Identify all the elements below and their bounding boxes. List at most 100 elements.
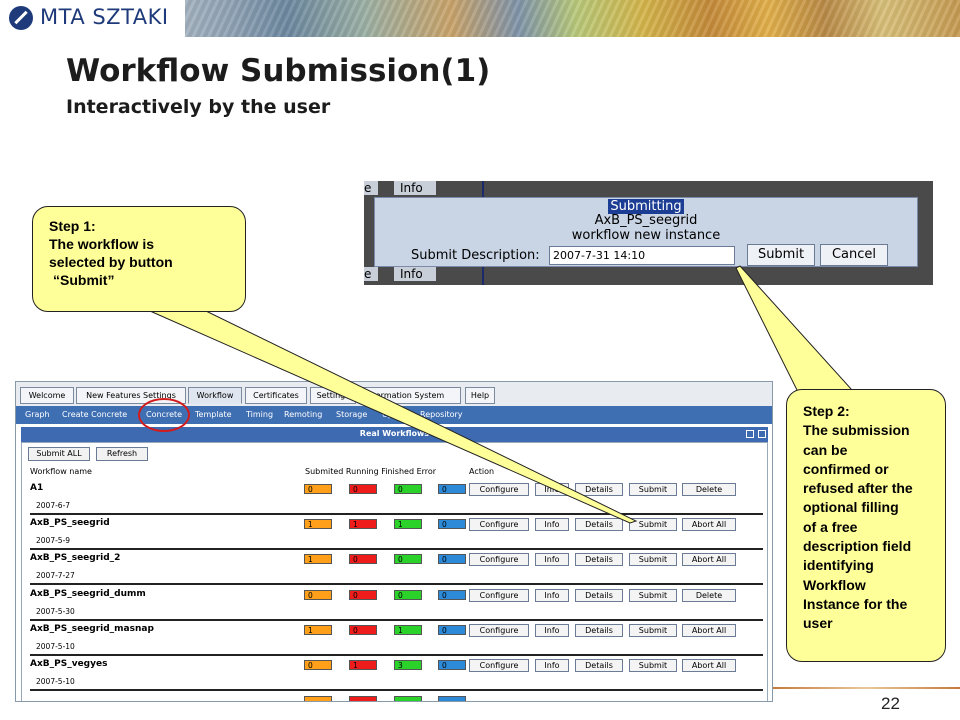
info-button[interactable]: Info	[535, 553, 569, 566]
callout1-line: selected by button	[49, 254, 173, 270]
row-divider	[30, 513, 763, 515]
callout2-line: description field	[803, 538, 912, 555]
background-info-tab: Info	[394, 181, 436, 195]
abort-all-button[interactable]: Abort All	[682, 659, 736, 672]
configure-button[interactable]: Configure	[469, 589, 529, 602]
concrete-highlight-oval	[138, 398, 190, 432]
dialog-submit-button[interactable]: Submit	[747, 244, 815, 266]
info-button[interactable]: Info	[535, 624, 569, 637]
error-count: 0	[438, 590, 466, 600]
configure-button[interactable]: Configure	[469, 659, 529, 672]
submit-description-label: Submit Description:	[411, 248, 540, 263]
tab-information-system[interactable]: ormation System	[359, 387, 461, 404]
background-info-tab: Info	[394, 267, 436, 281]
info-button[interactable]: Info	[535, 659, 569, 672]
delete-button[interactable]: Delete	[682, 589, 736, 602]
running-count: 0	[349, 554, 377, 564]
workflow-name: AxB_PS_seegrid_dumm	[30, 589, 146, 599]
info-button[interactable]: Info	[535, 589, 569, 602]
dialog-workflow-name: AxB_PS_seegrid	[594, 213, 698, 228]
configure-button[interactable]: Configure	[469, 624, 529, 637]
running-count: 0	[349, 484, 377, 494]
workflow-date: 2007-5-9	[36, 536, 71, 545]
callout1-line: “Submit”	[53, 272, 115, 288]
step2-callout: Step 2: The submission can be confirmed …	[786, 389, 946, 662]
info-button[interactable]: Info	[535, 518, 569, 531]
callout2-line: can be	[803, 441, 848, 458]
details-button[interactable]: Details	[575, 518, 623, 531]
maximize-icon[interactable]	[758, 430, 766, 438]
tab-certificates[interactable]: Certificates	[245, 387, 307, 404]
submitted-count: 0	[304, 484, 332, 494]
subnav-remoting[interactable]: Remoting	[284, 410, 322, 419]
workflow-date: 2007-5-30	[36, 607, 75, 616]
submit-button[interactable]: Submit	[629, 624, 677, 637]
subnav-graph[interactable]: Graph	[25, 410, 50, 419]
portal-tab-bar: Welcome New Features Settings Workflow C…	[16, 382, 772, 406]
minimize-icon[interactable]	[746, 430, 754, 438]
logo-text: MTA SZTAKI	[40, 5, 169, 29]
submit-button[interactable]: Submit	[629, 518, 677, 531]
callout2-line: Step 2:	[803, 403, 850, 419]
refresh-button[interactable]: Refresh	[96, 447, 148, 461]
workflow-name: A1	[30, 483, 44, 493]
column-header-name: Workflow name	[30, 467, 92, 476]
abort-all-button[interactable]: Abort All	[682, 624, 736, 637]
details-button[interactable]: Details	[575, 659, 623, 672]
callout2-line: The submission	[803, 422, 910, 439]
subnav-upload[interactable]: Upl	[382, 410, 395, 419]
subnav-repository[interactable]: Repository	[420, 410, 463, 419]
submitted-count: 0	[304, 660, 332, 670]
tab-workflow[interactable]: Workflow	[188, 387, 242, 404]
finished-count: 0	[394, 590, 422, 600]
row-divider	[30, 548, 763, 550]
running-count: 0	[349, 590, 377, 600]
details-button[interactable]: Details	[575, 589, 623, 602]
info-button[interactable]: Info	[535, 483, 569, 496]
details-button[interactable]: Details	[575, 553, 623, 566]
finished-count: 3	[394, 660, 422, 670]
slide-title: Workflow Submission(1)	[66, 53, 491, 89]
footer-rule	[773, 687, 960, 689]
workflow-name: AxB_PS_seegrid_masnap	[30, 624, 154, 634]
error-count-partial	[438, 696, 466, 701]
submit-description-input[interactable]: 2007-7-31 14:10	[549, 246, 735, 265]
configure-button[interactable]: Configure	[469, 483, 529, 496]
row-divider	[30, 654, 763, 656]
submit-button[interactable]: Submit	[629, 483, 677, 496]
submit-button[interactable]: Submit	[629, 659, 677, 672]
submit-button[interactable]: Submit	[629, 553, 677, 566]
step1-callout: Step 1: The workflow is selected by butt…	[32, 206, 246, 312]
error-count: 0	[438, 554, 466, 564]
running-count-partial	[349, 696, 377, 701]
row-divider	[30, 583, 763, 585]
tab-settings[interactable]: Settings	[310, 387, 356, 404]
finished-count: 0	[394, 554, 422, 564]
abort-all-button[interactable]: Abort All	[682, 553, 736, 566]
configure-button[interactable]: Configure	[469, 553, 529, 566]
subnav-storage[interactable]: Storage	[336, 410, 367, 419]
tab-help[interactable]: Help	[465, 387, 495, 404]
dialog-cancel-button[interactable]: Cancel	[820, 244, 888, 266]
workflow-date: 2007-7-27	[36, 571, 75, 580]
callout1-line: The workflow is	[49, 236, 155, 252]
subnav-timing[interactable]: Timing	[246, 410, 273, 419]
details-button[interactable]: Details	[575, 483, 623, 496]
workflow-date: 2007-6-7	[36, 501, 71, 510]
details-button[interactable]: Details	[575, 624, 623, 637]
submitted-count: 1	[304, 519, 332, 529]
callout2-line: of a free	[803, 518, 858, 535]
submit-button[interactable]: Submit	[629, 589, 677, 602]
submit-all-button[interactable]: Submit ALL	[28, 447, 90, 461]
running-count: 1	[349, 660, 377, 670]
callout2-line: refused after the	[803, 480, 913, 497]
delete-button[interactable]: Delete	[682, 483, 736, 496]
callout2-line: optional filling	[803, 499, 899, 516]
subnav-template[interactable]: Template	[195, 410, 232, 419]
callout2-line: Instance for the	[803, 595, 908, 612]
configure-button[interactable]: Configure	[469, 518, 529, 531]
abort-all-button[interactable]: Abort All	[682, 518, 736, 531]
subnav-create-concrete[interactable]: Create Concrete	[62, 410, 127, 419]
tab-welcome[interactable]: Welcome	[20, 387, 74, 404]
error-count: 0	[438, 519, 466, 529]
